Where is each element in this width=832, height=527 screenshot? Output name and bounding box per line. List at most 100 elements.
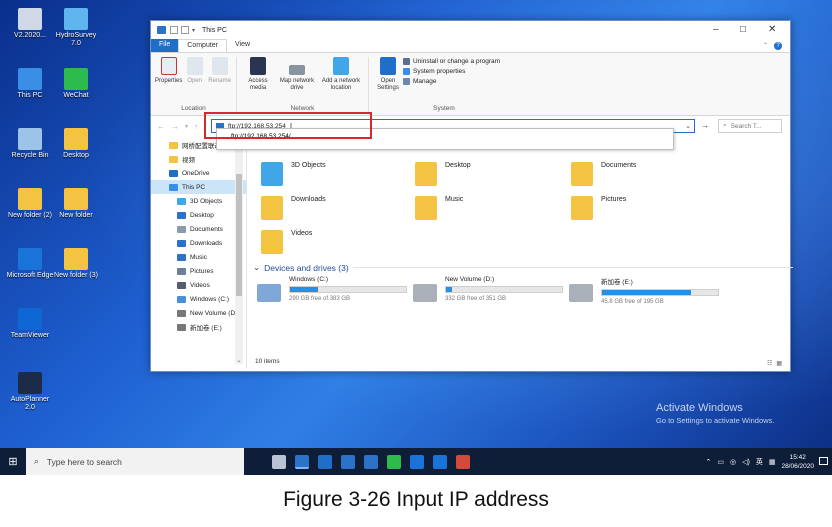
desktop-icon[interactable]: Microsoft Edge	[6, 248, 54, 280]
taskbar-app-icon[interactable]	[318, 454, 332, 469]
desktop-icon[interactable]: New folder (3)	[52, 248, 100, 280]
nav-item[interactable]: Windows (C:)	[151, 292, 246, 306]
nav-item[interactable]: This PC	[151, 180, 246, 194]
network-drive-icon	[289, 65, 305, 75]
desktop-icon[interactable]: Recycle Bin	[6, 128, 54, 160]
folder-item[interactable]: Pictures	[571, 196, 626, 220]
map-network-drive-button[interactable]: Map network drive	[275, 57, 319, 92]
scroll-down-icon[interactable]: ⌄	[235, 357, 243, 364]
quick-access-new-folder-icon[interactable]	[181, 26, 189, 34]
tab-view[interactable]: View	[227, 39, 258, 52]
details-view-icon[interactable]: ☷	[767, 360, 772, 367]
nav-item[interactable]: Documents	[151, 222, 246, 236]
desktop-icon-image	[18, 248, 42, 270]
quick-access-dropdown-icon[interactable]: ▾	[192, 27, 195, 34]
add-network-location-button[interactable]: Add a network location	[319, 57, 363, 92]
clock[interactable]: 15:42 28/06/2020	[781, 453, 814, 471]
nav-item[interactable]: 视频	[151, 152, 246, 166]
up-icon[interactable]: ↑	[194, 122, 198, 131]
system-properties-button[interactable]: System properties	[403, 68, 500, 75]
go-icon[interactable]: →	[701, 121, 709, 130]
large-icons-view-icon[interactable]: ▦	[776, 360, 782, 367]
taskbar-app-icon[interactable]	[433, 454, 447, 469]
taskbar-app-icon[interactable]	[410, 454, 424, 469]
nav-item[interactable]: 新加卷 (E:)	[151, 320, 246, 334]
forward-icon[interactable]: →	[171, 122, 179, 131]
desktop-icon[interactable]: HydroSurvey 7.0	[52, 8, 100, 48]
taskbar-app-icon[interactable]	[272, 454, 286, 469]
desktop-icon-label: This PC	[17, 92, 43, 99]
show-hidden-icons-icon[interactable]: ⌃	[706, 458, 712, 466]
desktop-icon[interactable]: AutoPlanner 2.0	[6, 372, 54, 412]
desktop-icon[interactable]: Desktop	[52, 128, 100, 160]
notifications-icon[interactable]	[819, 457, 828, 465]
minimize-icon[interactable]: –	[713, 24, 719, 35]
folder-item[interactable]: Videos	[261, 230, 312, 254]
drives-section-header[interactable]: ⌄ Devices and drives (3)	[253, 262, 793, 273]
help-icon[interactable]: ?	[774, 41, 782, 50]
nav-scrollbar[interactable]: ⌄	[235, 138, 243, 364]
nav-item[interactable]: OneDrive	[151, 166, 246, 180]
taskbar-app-icon[interactable]	[387, 454, 401, 469]
tab-file[interactable]: File	[151, 39, 179, 52]
network-icon[interactable]: ◎	[730, 458, 736, 466]
recent-locations-icon[interactable]: ▾	[185, 123, 188, 130]
drive-usage-fill	[602, 290, 692, 295]
drive-item[interactable]: Windows (C:) 290 GB free of 383 GB	[257, 276, 417, 302]
rename-icon	[211, 57, 228, 75]
nav-item[interactable]: Videos	[151, 278, 246, 292]
taskbar-search-placeholder: Type here to search	[46, 456, 122, 467]
close-icon[interactable]: ✕	[768, 24, 776, 35]
desktop-icon[interactable]: WeChat	[52, 68, 100, 100]
drive-item[interactable]: New Volume (D:) 332 GB free of 351 GB	[413, 276, 573, 302]
address-dropdown-icon[interactable]: ⌄	[685, 122, 691, 130]
tab-computer[interactable]: Computer	[178, 39, 228, 52]
taskbar-app-icon[interactable]	[364, 454, 378, 469]
scroll-thumb[interactable]	[236, 174, 242, 296]
quick-access-properties-icon[interactable]	[170, 26, 178, 34]
rename-button[interactable]: Rename	[207, 57, 232, 85]
nav-item[interactable]: New Volume (D:	[151, 306, 246, 320]
desktop-icon[interactable]: New folder (2)	[6, 188, 54, 220]
manage-button[interactable]: Manage	[403, 78, 500, 85]
folder-icon	[261, 196, 283, 220]
open-settings-button[interactable]: Open Settings	[373, 57, 403, 92]
back-icon[interactable]: ←	[157, 122, 165, 131]
desktop-icon[interactable]: V2.2020...	[6, 8, 54, 40]
search-box[interactable]: ⌕ Search T...	[718, 119, 782, 133]
nav-item-label: Desktop	[190, 211, 214, 219]
desktop-icon[interactable]: This PC	[6, 68, 54, 100]
maximize-icon[interactable]: □	[740, 24, 746, 35]
hard-drive-icon	[257, 284, 281, 302]
folder-item[interactable]: Documents	[571, 162, 636, 186]
taskbar-app-icon[interactable]	[456, 454, 470, 469]
taskbar-search[interactable]: ⌕ Type here to search	[26, 448, 244, 475]
taskbar-app-icon[interactable]	[341, 454, 355, 469]
nav-item[interactable]: Desktop	[151, 208, 246, 222]
folder-item[interactable]: Music	[415, 196, 463, 220]
desktop-icon[interactable]: New folder	[52, 188, 100, 220]
nav-item[interactable]: 3D Objects	[151, 194, 246, 208]
start-button[interactable]: ⊞	[0, 448, 26, 475]
ime-icon[interactable]: ▦	[769, 458, 776, 466]
folder-item[interactable]: 3D Objects	[261, 162, 326, 186]
drive-usage-bar	[445, 286, 563, 293]
uninstall-button[interactable]: Uninstall or change a program	[403, 58, 500, 65]
expand-ribbon-icon[interactable]: ⌃	[763, 42, 768, 49]
nav-item[interactable]: Music	[151, 250, 246, 264]
properties-button[interactable]: Properties	[155, 57, 182, 85]
drives-header: Devices and drives (3)	[264, 262, 349, 273]
input-language[interactable]: 英	[756, 457, 763, 467]
folder-item[interactable]: Downloads	[261, 196, 326, 220]
nav-item[interactable]: Downloads	[151, 236, 246, 250]
folder-item[interactable]: Desktop	[415, 162, 471, 186]
open-button[interactable]: Open	[182, 57, 207, 85]
nav-item[interactable]: Pictures	[151, 264, 246, 278]
battery-icon[interactable]: ▭	[717, 458, 724, 466]
taskbar-app-icon[interactable]	[295, 454, 309, 469]
network-location-icon	[333, 57, 349, 75]
drive-item[interactable]: 新加卷 (E:) 45.8 GB free of 195 GB	[569, 276, 729, 305]
desktop-icon[interactable]: TeamViewer	[6, 308, 54, 340]
access-media-button[interactable]: Access media	[241, 57, 275, 92]
volume-icon[interactable]: ◁)	[742, 458, 750, 466]
